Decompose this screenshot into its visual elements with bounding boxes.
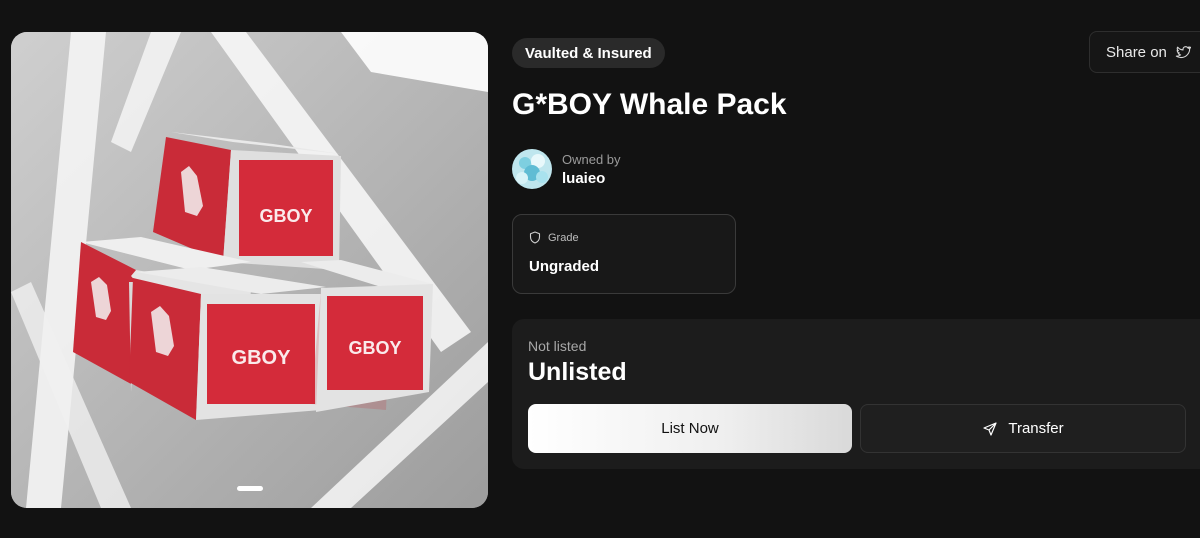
grade-label: Grade (548, 231, 579, 244)
transfer-button[interactable]: Transfer (860, 404, 1186, 453)
shield-icon (529, 231, 541, 244)
list-now-label: List Now (661, 420, 719, 437)
product-image[interactable]: GBOY GBOY GBOY (11, 32, 488, 508)
avatar-image (512, 149, 552, 189)
owner-info[interactable]: Owned by luaieo (512, 149, 621, 189)
share-button[interactable]: Share on (1089, 31, 1200, 73)
svg-text:GBOY: GBOY (259, 206, 312, 226)
carousel-indicator[interactable] (11, 486, 488, 491)
grade-card: Grade Ungraded (512, 214, 736, 294)
product-render: GBOY GBOY GBOY (11, 32, 488, 508)
listing-status: Not listed (528, 338, 587, 354)
transfer-label: Transfer (1008, 420, 1064, 437)
owner-name[interactable]: luaieo (562, 170, 621, 187)
svg-text:GBOY: GBOY (348, 338, 401, 358)
twitter-icon (1175, 46, 1191, 59)
avatar[interactable] (512, 149, 552, 189)
send-icon (983, 421, 997, 436)
page-title: G*BOY Whale Pack (512, 88, 787, 121)
owner-label: Owned by (562, 151, 621, 167)
grade-value: Ungraded (529, 258, 600, 275)
carousel-dot-active[interactable] (236, 486, 263, 491)
listing-card: Not listed Unlisted List Now Transfer (512, 319, 1200, 469)
share-label: Share on (1106, 43, 1167, 61)
svg-text:GBOY: GBOY (232, 347, 292, 369)
vaulted-badge: Vaulted & Insured (512, 38, 665, 68)
list-now-button[interactable]: List Now (528, 404, 852, 453)
listing-value: Unlisted (528, 358, 627, 386)
